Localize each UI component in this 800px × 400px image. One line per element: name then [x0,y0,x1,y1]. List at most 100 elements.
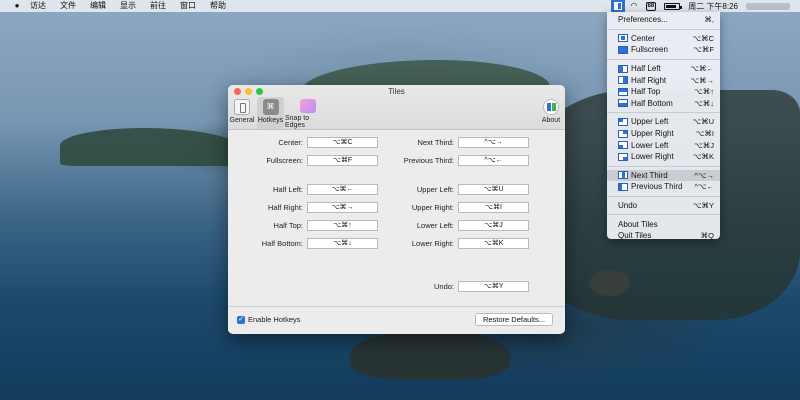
hotkey-field-center[interactable]: ⌥⌘C [307,136,378,148]
menubar-clock[interactable]: 周二 下午8:26 [688,1,738,12]
hotkey-row-upper-left: Upper Left: ⌥⌘U [379,183,529,195]
menu-edit[interactable]: 编辑 [90,0,106,12]
menu-help[interactable]: 帮助 [210,0,226,12]
window-toolbar: Tiles General ⌘ Hotkeys Snap to Edges Ab… [228,85,565,130]
tiles-preferences-window: Tiles General ⌘ Hotkeys Snap to Edges Ab… [228,85,565,334]
hotkey-field-previous-third[interactable]: ^⌥← [458,154,529,166]
layout-pt-icon [618,182,628,191]
hotkey-label: Upper Right: [411,202,454,212]
wifi-status[interactable]: ◠ [631,0,638,12]
command-key-icon: ⌘ [262,99,279,115]
window-footer: ✓ Enable Hotkeys Restore Defaults... [228,306,565,332]
tiles-menu-extra[interactable] [610,0,625,12]
tab-hotkeys-label: Hotkeys [257,117,284,124]
menu-item-quit-tiles[interactable]: Quit Tiles ⌘Q [607,230,720,242]
menu-item-half-right[interactable]: Half Right ⌥⌘→ [607,74,720,86]
tiles-dropdown-menu: Preferences... ⌘, Center ⌥⌘C Fullscreen ⌥⌘F Ha… [607,12,720,242]
hotkey-field-lower-left[interactable]: ⌥⌘J [458,219,529,231]
menu-item-next-third[interactable]: Next Third ^⌥→ [607,169,720,182]
layout-nt-icon [618,171,628,180]
apple-icon[interactable]: ● [12,0,22,12]
menu-item-label: Center [631,33,656,43]
layout-lr-icon [618,152,628,161]
tiles-logo-icon [543,99,559,115]
hotkey-field-half-right[interactable]: ⌥⌘→ [307,201,378,213]
menu-item-label: Preferences... [618,15,668,25]
menu-item-undo[interactable]: Undo ⌥⌘Y [607,200,720,212]
menu-item-shortcut: ⌥⌘↑ [694,87,714,97]
hotkey-row-fullscreen: Fullscreen: ⌥⌘F [228,154,378,166]
menu-go[interactable]: 前往 [150,0,166,12]
menu-item-shortcut: ⌥⌘I [695,129,714,139]
hotkey-field-upper-left[interactable]: ⌥⌘U [458,183,529,195]
hotkey-row-half-right: Half Right: ⌥⌘→ [228,201,378,213]
menu-item-half-left[interactable]: Half Left ⌥⌘← [607,63,720,75]
restore-defaults-button[interactable]: Restore Defaults... [475,313,553,326]
hotkey-field-lower-right[interactable]: ⌥⌘K [458,237,529,249]
menu-item-label: Half Top [631,87,661,97]
hotkey-field-upper-right[interactable]: ⌥⌘I [458,201,529,213]
hotkey-label: Previous Third: [403,155,454,165]
menu-item-lower-left[interactable]: Lower Left ⌥⌘J [607,139,720,151]
menu-separator [607,195,720,197]
battery-status[interactable] [664,0,683,12]
hotkey-field-half-left[interactable]: ⌥⌘← [307,183,378,195]
menu-item-half-top[interactable]: Half Top ⌥⌘↑ [607,86,720,98]
hotkey-field-half-top[interactable]: ⌥⌘↑ [307,219,378,231]
hotkey-field-fullscreen[interactable]: ⌥⌘F [307,154,378,166]
menu-item-fullscreen[interactable]: Fullscreen ⌥⌘F [607,44,720,56]
hotkey-row-lower-left: Lower Left: ⌥⌘J [379,219,529,231]
tab-general[interactable]: General [230,97,254,129]
hotkey-row-undo: Undo: ⌥⌘Y [379,280,529,292]
menu-item-previous-third[interactable]: Previous Third ^⌥← [607,181,720,193]
layout-ll-icon [618,141,628,150]
menu-item-label: Undo [618,201,638,211]
hotkey-field-undo[interactable]: ⌥⌘Y [458,280,529,292]
menu-item-label: Next Third [631,170,668,180]
input-badge[interactable]: 88 [645,0,657,12]
hotkey-row-half-left: Half Left: ⌥⌘← [228,183,378,195]
tab-snap-to-edges[interactable]: Snap to Edges [285,97,330,129]
menu-item-label: Half Bottom [631,98,673,108]
menu-item-shortcut: ^⌥→ [694,170,714,180]
menu-item-label: Quit Tiles [618,231,652,241]
hotkey-field-next-third[interactable]: ^⌥→ [458,136,529,148]
enable-hotkeys-checkbox[interactable]: ✓ [237,315,245,324]
tab-general-label: General [229,117,255,124]
enable-hotkeys-toggle[interactable]: ✓ Enable Hotkeys [237,315,301,324]
hotkey-row-lower-right: Lower Right: ⌥⌘K [379,237,529,249]
layout-ur-icon [618,129,628,138]
hotkey-label: Next Third: [417,137,454,147]
menu-item-shortcut: ⌥⌘→ [690,75,714,85]
menu-item-shortcut: ⌥⌘J [694,140,714,150]
hotkey-row-half-bottom: Half Bottom: ⌥⌘↓ [228,237,378,249]
menu-item-center[interactable]: Center ⌥⌘C [607,33,720,45]
hotkey-label: Half Left: [272,184,303,194]
menu-separator [607,28,720,30]
tab-hotkeys[interactable]: ⌘ Hotkeys [257,97,284,129]
hotkey-row-half-top: Half Top: ⌥⌘↑ [228,219,378,231]
menu-item-shortcut: ⌥⌘U [692,117,714,127]
wallpaper-rock-small [590,270,630,296]
menu-item-label: Half Left [631,64,661,74]
tiles-icon [613,2,622,10]
menu-item-upper-right[interactable]: Upper Right ⌥⌘I [607,128,720,140]
tab-about[interactable]: About [539,97,563,129]
menu-item-lower-right[interactable]: Lower Right ⌥⌘K [607,151,720,163]
menu-item-half-bottom[interactable]: Half Bottom ⌥⌘↓ [607,98,720,110]
menu-item-about-tiles[interactable]: About Tiles [607,218,720,230]
menu-finder[interactable]: 访达 [30,0,46,12]
hotkey-row-upper-right: Upper Right: ⌥⌘I [379,201,529,213]
tab-snap-label: Snap to Edges [285,115,310,129]
menu-window[interactable]: 窗口 [180,0,196,12]
user-name-redacted[interactable] [746,2,790,10]
hotkey-field-half-bottom[interactable]: ⌥⌘↓ [307,237,378,249]
menu-item-preferences[interactable]: Preferences... ⌘, [607,14,720,26]
layout-left-icon [618,64,628,73]
hotkey-label: Lower Left: [416,220,454,230]
menu-item-upper-left[interactable]: Upper Left ⌥⌘U [607,116,720,128]
wallpaper-rocks [350,330,510,380]
menu-view[interactable]: 显示 [120,0,136,12]
layout-bottom-icon [618,99,628,108]
menu-file[interactable]: 文件 [60,0,76,12]
